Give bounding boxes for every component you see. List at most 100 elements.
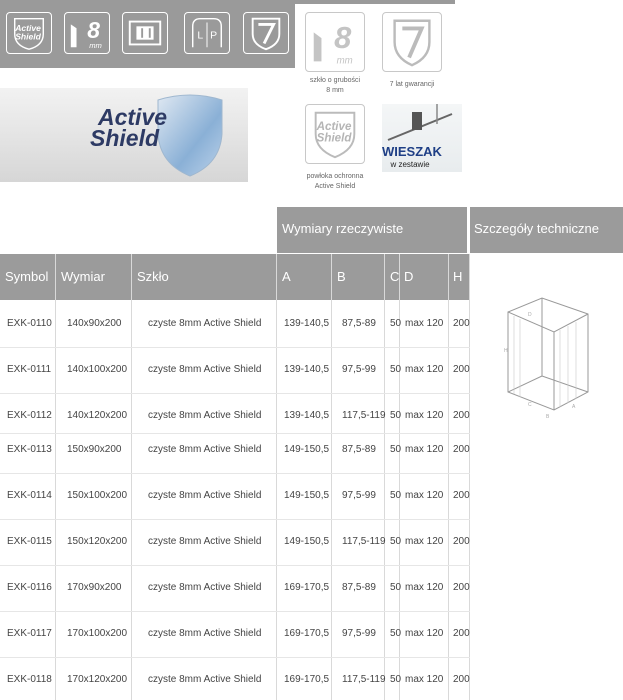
table-cell-wymiar: 150x100x200 (67, 490, 128, 501)
table-cell-h: 200 (453, 364, 470, 375)
hanger-icon (122, 12, 168, 54)
table-cell-symbol: EXK-0117 (7, 628, 52, 639)
col-symbol: Symbol (0, 254, 55, 300)
col-a: A (277, 254, 331, 300)
lp-icon-right: P (210, 31, 217, 42)
table-cell-symbol: EXK-0112 (7, 410, 52, 421)
hanger-subtitle: w zestawie (390, 160, 430, 169)
table-cell-a: 139-140,5 (284, 318, 330, 329)
table-cell-symbol: EXK-0118 (7, 674, 52, 685)
table-cell-szkło: czyste 8mm Active Shield (148, 410, 262, 421)
coating-caption: powłoka ochronna Active Shield (295, 172, 375, 192)
banner-title-line2: Shield (90, 125, 160, 151)
shower-technical-drawing: D H C A B (504, 297, 589, 420)
table-cell-b: 117,5-119 (342, 410, 386, 421)
table-cell-szkło: czyste 8mm Active Shield (148, 628, 262, 639)
row-divider (0, 347, 470, 348)
table-cell-h: 200 (453, 318, 470, 329)
table-cell-c: 50 (390, 410, 402, 421)
table-cell-c: 50 (390, 582, 402, 593)
band-edge (295, 0, 455, 4)
table-cell-h: 200 (453, 444, 470, 455)
warranty-shield-icon (243, 12, 289, 54)
table-cell-a: 149-150,5 (284, 536, 330, 547)
table-cell-wymiar: 150x90x200 (67, 444, 122, 455)
col-szklo: Szkło (132, 254, 276, 300)
col-divider (131, 254, 132, 700)
row-divider (0, 565, 470, 566)
table-cell-wymiar: 170x100x200 (67, 628, 128, 639)
table-cell-d: max 120 (405, 674, 444, 685)
svg-text:H: H (504, 348, 508, 354)
table-cell-h: 200 (453, 410, 470, 421)
table-cell-h: 200 (453, 674, 470, 685)
glass-caption-line1: szkło o grubości (309, 77, 361, 84)
table-cell-c: 50 (390, 536, 402, 547)
table-cell-b: 97,5-99 (342, 628, 376, 639)
col-divider (276, 254, 277, 700)
table-cell-a: 149-150,5 (284, 444, 330, 455)
table-cell-c: 50 (390, 490, 402, 501)
table-cell-symbol: EXK-0111 (7, 364, 52, 375)
table-cell-h: 200 (453, 490, 470, 501)
col-h: H (449, 254, 469, 300)
table-cell-d: max 120 (405, 364, 444, 375)
table-cell-symbol: EXK-0114 (7, 490, 52, 501)
active-shield-icon-line2: Shield (15, 32, 41, 42)
glass-8mm-icon: 8 mm (64, 12, 110, 54)
hanger-rod-icon (387, 104, 453, 141)
coating-caption-line2: Active Shield (314, 183, 356, 190)
coating-icon-line2: Shield (317, 132, 353, 145)
warranty-icon (382, 12, 442, 72)
coating-icon: Active Shield (305, 104, 365, 164)
table-cell-symbol: EXK-0115 (7, 536, 52, 547)
svg-text:C: C (528, 402, 532, 408)
table-cell-wymiar: 150x120x200 (67, 536, 128, 547)
col-c: C (385, 254, 399, 300)
table-cell-a: 169-170,5 (284, 582, 330, 593)
table-cell-h: 200 (453, 582, 470, 593)
glass-thickness-caption: szkło o grubości 8 mm (295, 76, 375, 96)
table-cell-a: 169-170,5 (284, 674, 330, 685)
table-cell-wymiar: 170x120x200 (67, 674, 128, 685)
table-cell-a: 139-140,5 (284, 364, 330, 375)
svg-text:A: A (572, 404, 576, 410)
table-cell-b: 87,5-89 (342, 318, 376, 329)
table-cell-b: 117,5-119 (342, 536, 386, 547)
col-divider (448, 254, 449, 700)
col-b: B (332, 254, 384, 300)
table-cell-d: max 120 (405, 410, 444, 421)
row-divider (0, 473, 470, 474)
table-cell-szkło: czyste 8mm Active Shield (148, 674, 262, 685)
table-cell-szkło: czyste 8mm Active Shield (148, 364, 262, 375)
glass-thickness-icon: 8 mm (305, 12, 365, 72)
table-cell-wymiar: 140x120x200 (67, 410, 128, 421)
table-cell-d: max 120 (405, 536, 444, 547)
table-cell-b: 117,5-119 (342, 674, 386, 685)
table-cell-szkło: czyste 8mm Active Shield (148, 490, 262, 501)
table-cell-c: 50 (390, 674, 402, 685)
row-divider (0, 433, 470, 434)
row-divider (0, 611, 470, 612)
lp-icon-left: L (197, 31, 203, 42)
table-cell-symbol: EXK-0110 (7, 318, 52, 329)
table-cell-c: 50 (390, 444, 402, 455)
table-cell-wymiar: 140x90x200 (67, 318, 122, 329)
table-cell-a: 169-170,5 (284, 628, 330, 639)
table-cell-szkło: czyste 8mm Active Shield (148, 318, 262, 329)
table-cell-szkło: czyste 8mm Active Shield (148, 536, 262, 547)
glass-thickness-number: 8 (334, 20, 352, 55)
col-d: D (400, 254, 448, 300)
coating-caption-line1: powłoka ochronna (306, 173, 364, 180)
table-cell-d: max 120 (405, 628, 444, 639)
table-cell-h: 200 (453, 536, 470, 547)
table-cell-d: max 120 (405, 490, 444, 501)
table-cell-wymiar: 170x90x200 (67, 582, 122, 593)
active-shield-icon: Active Shield (6, 12, 52, 54)
glass-8mm-icon-unit: mm (89, 41, 102, 50)
table-cell-b: 97,5-99 (342, 364, 376, 375)
table-cell-d: max 120 (405, 582, 444, 593)
row-divider (0, 519, 470, 520)
col-divider (55, 254, 56, 700)
table-cell-symbol: EXK-0116 (7, 582, 52, 593)
